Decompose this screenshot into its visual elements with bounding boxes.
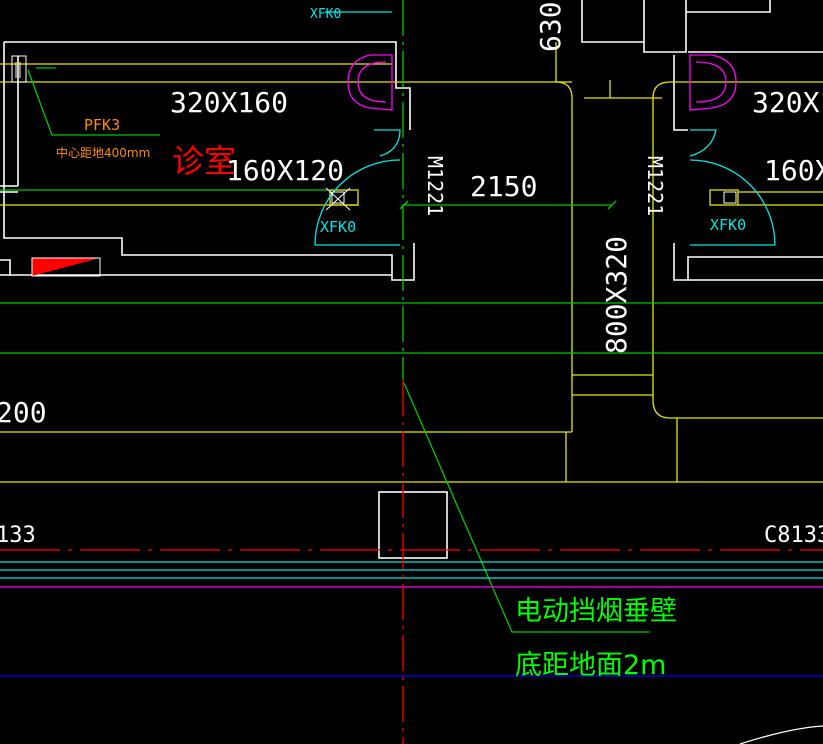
- xfk-left: XFK0: [320, 218, 356, 236]
- dim-630: 630: [534, 1, 567, 52]
- floor-plan-drawing: XFK0 630 320X160 320X16 PFK3 中心距地400mm 诊…: [0, 0, 823, 744]
- yellow-lines: [0, 42, 823, 483]
- duct-size-small-left: 160X120: [226, 154, 344, 187]
- red-hatch-marker: [32, 258, 100, 276]
- duct-size-left: 320X160: [170, 86, 288, 119]
- dim-left-partial: 200: [0, 396, 47, 429]
- dim-2150: 2150: [470, 170, 537, 203]
- grille-icon-right: [723, 191, 737, 204]
- vent-size-vertical: 800X320: [600, 236, 633, 354]
- smoke-wall-label: 电动挡烟垂壁: [515, 596, 677, 627]
- duct-size-right: 320X16: [752, 86, 823, 119]
- duct-size-small-right: 160X: [764, 154, 823, 187]
- smoke-wall-height-note: 底距地面2m: [515, 650, 666, 681]
- xfk-right: XFK0: [710, 216, 746, 234]
- grid-label-right: C8133: [764, 523, 823, 548]
- door-code-right: M1221: [643, 156, 667, 216]
- grid-label-left: 133: [0, 523, 36, 548]
- walls: [0, 0, 823, 559]
- top-cut-code: XFK0: [310, 7, 341, 22]
- fan-damper-icon: [11, 55, 27, 83]
- arc-bottom-right: [739, 725, 823, 744]
- center-height-note: 中心距地400mm: [56, 145, 150, 160]
- door-code-left: M1221: [423, 156, 447, 216]
- cad-drawing-canvas: XFK0 630 320X160 320X16 PFK3 中心距地400mm 诊…: [0, 0, 823, 744]
- cyan-lines: [0, 11, 823, 579]
- pfk-tag: PFK3: [84, 116, 120, 134]
